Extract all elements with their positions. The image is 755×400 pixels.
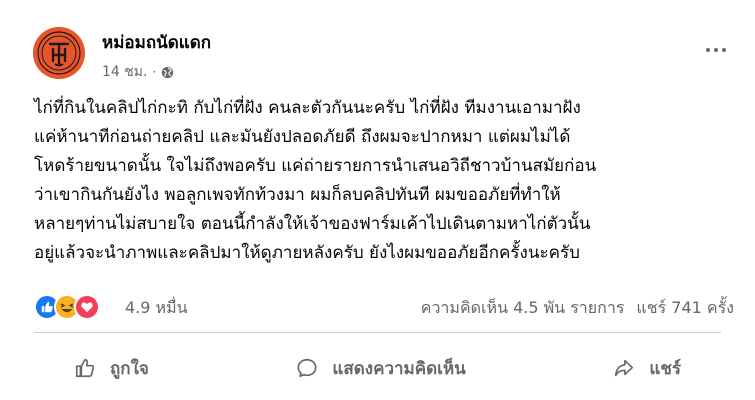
share-count[interactable]: แชร์ 741 ครั้ง — [636, 296, 734, 321]
post-line: อยู่แล้วจะนำภาพและคลิปมาให้ดูภายหลังครับ… — [34, 243, 580, 263]
facebook-post: หม่อมถนัดแดก 14 ชม. · ไก่ที่กินในคลิปไก่… — [0, 0, 755, 400]
post-line: ว่าเขากินกันยังไง พอลูกเพจทักท้วงมา ผมก็… — [34, 185, 561, 205]
more-options-button[interactable] — [701, 40, 731, 60]
post-line: ไก่ที่กินในคลิปไก่กะทิ กับไก่ที่ฝัง คนละ… — [34, 98, 581, 118]
meta-separator: · — [152, 65, 157, 79]
reaction-icons[interactable] — [34, 294, 100, 320]
post-line: โหดร้ายขนาดนั้น ใจไม่ถึงพอครับ แค่ถ่ายรา… — [34, 156, 597, 176]
share-icon — [615, 359, 634, 377]
reactions-summary: 4.9 หมื่น ความคิดเห็น 4.5 พัน รายการ แชร… — [34, 290, 734, 322]
like-button[interactable]: ถูกใจ — [34, 347, 189, 390]
comment-count[interactable]: ความคิดเห็น 4.5 พัน รายการ — [421, 296, 625, 321]
more-dot — [722, 48, 726, 52]
like-label: ถูกใจ — [110, 358, 149, 379]
page-name[interactable]: หม่อมถนัดแดก — [102, 29, 211, 56]
post-body: ไก่ที่กินในคลิปไก่กะทิ กับไก่ที่ฝัง คนละ… — [34, 94, 739, 268]
page-avatar[interactable] — [33, 27, 85, 79]
more-dot — [714, 48, 718, 52]
share-button[interactable]: แชร์ — [573, 347, 721, 390]
logo-icon — [33, 27, 85, 79]
more-dot — [706, 48, 710, 52]
reaction-count[interactable]: 4.9 หมื่น — [125, 296, 188, 321]
share-label: แชร์ — [649, 358, 681, 379]
thumbs-up-icon — [75, 358, 95, 378]
post-time[interactable]: 14 ชม. — [102, 61, 147, 83]
divider — [34, 332, 721, 333]
comment-button[interactable]: แสดงความคิดเห็น — [256, 347, 505, 390]
post-actions: ถูกใจ แสดงความคิดเห็น แชร์ — [34, 340, 721, 396]
post-meta: 14 ชม. · — [102, 61, 174, 83]
comment-icon — [297, 358, 317, 378]
comment-label: แสดงความคิดเห็น — [332, 358, 466, 379]
post-line: หลายๆท่านไม่สบายใจ ตอนนี้กำลังให้เจ้าของ… — [34, 214, 591, 234]
post-line: แค่ห้านาทีก่อนถ่ายคลิป และมันยังปลอดภัยด… — [34, 127, 571, 147]
love-icon — [74, 294, 100, 320]
globe-icon[interactable] — [161, 66, 174, 79]
post-stats: ความคิดเห็น 4.5 พัน รายการ แชร์ 741 ครั้… — [421, 296, 734, 321]
